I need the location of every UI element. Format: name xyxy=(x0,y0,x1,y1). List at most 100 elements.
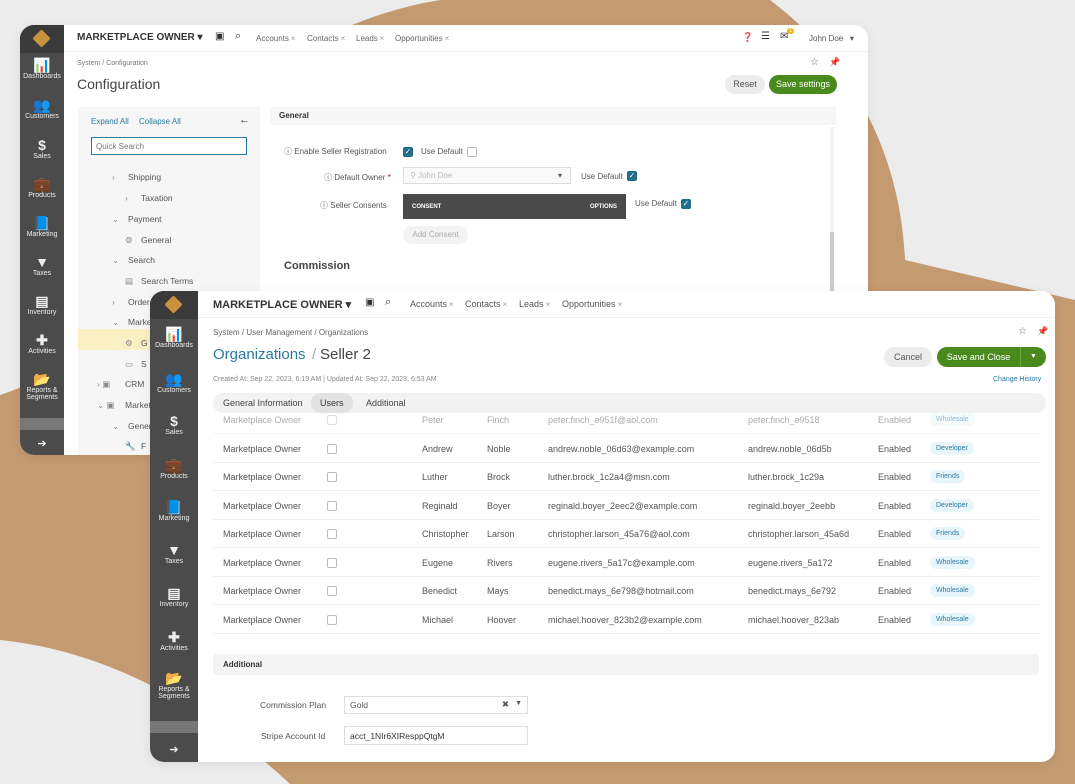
sidebar-item-reports[interactable]: 📂 Reports & Segments xyxy=(20,371,64,401)
sticky-note-icon[interactable]: ▣ xyxy=(365,297,374,308)
tree-item[interactable]: › Taxation xyxy=(125,193,173,203)
sidebar-item-products[interactable]: 💼 Products xyxy=(20,176,64,199)
use-default-checkbox[interactable] xyxy=(467,147,477,157)
tab-additional[interactable]: Additional xyxy=(366,398,406,408)
enable-seller-registration-checkbox[interactable]: ✓ xyxy=(403,147,413,157)
quick-search-input[interactable] xyxy=(91,137,247,155)
tab-accounts[interactable]: Accounts × xyxy=(410,299,454,309)
sidebar-item-activities[interactable]: ✚ Activities xyxy=(20,332,64,355)
commission-plan-select[interactable]: Gold ✖ ▼ xyxy=(344,696,528,714)
seller-consents-use-default-checkbox[interactable]: ✓ xyxy=(681,199,691,209)
collapse-all-link[interactable]: Collapse All xyxy=(139,117,181,126)
pin-icon[interactable]: 📌 xyxy=(1037,326,1048,337)
tree-item[interactable]: › ▣ CRM xyxy=(97,379,144,390)
row-checkbox[interactable] xyxy=(327,472,337,482)
sidebar-item-dashboards[interactable]: 📊 Dashboards xyxy=(150,326,198,349)
tab-leads[interactable]: Leads × xyxy=(519,299,550,309)
tree-item[interactable]: ⌄ Payment xyxy=(112,214,162,225)
collapse-panel-arrow-icon[interactable]: ← xyxy=(239,114,250,126)
sidebar-item-inventory[interactable]: ▤ Inventory xyxy=(20,293,64,316)
pin-icon[interactable]: 📌 xyxy=(829,57,840,68)
email-cell: andrew.noble_06d63@example.com xyxy=(548,443,695,454)
scrollbar[interactable] xyxy=(830,127,834,297)
save-options-dropdown[interactable]: ▼ xyxy=(1020,347,1046,367)
sidebar-item-customers[interactable]: 👥 Customers xyxy=(20,97,64,120)
last-name-cell: Hoover xyxy=(487,614,517,625)
expand-arrow-icon[interactable]: ➔ xyxy=(150,743,198,756)
tree-item[interactable]: ⌄ Search xyxy=(112,255,155,266)
add-consent-button[interactable]: Add Consent xyxy=(403,226,468,244)
table-row[interactable]: Marketplace Owner Eugene Rivers eugene.rive… xyxy=(213,549,1039,577)
sidebar-item-dashboards[interactable]: 📊 Dashboards xyxy=(20,57,64,80)
tree-item[interactable]: ⚙ General xyxy=(125,235,171,246)
organizations-link[interactable]: Organizations xyxy=(213,346,306,363)
table-row[interactable]: Marketplace Owner Luther Brock luther.brock… xyxy=(213,463,1039,491)
row-checkbox[interactable] xyxy=(327,586,337,596)
tree-item[interactable]: ⌄ ▣ Market xyxy=(97,400,151,411)
tab-users[interactable]: Users xyxy=(311,393,353,413)
mail-icon[interactable]: ✉ 1 xyxy=(780,28,795,42)
table-row[interactable]: Marketplace Owner Christopher Larson christ… xyxy=(213,520,1039,548)
row-checkbox[interactable] xyxy=(327,415,337,425)
table-row[interactable]: Marketplace Owner Reginald Boyer reginald.b… xyxy=(213,492,1039,520)
cancel-button[interactable]: Cancel xyxy=(884,347,932,367)
tab-leads[interactable]: Leads × xyxy=(356,34,384,43)
save-and-close-button[interactable]: Save and Close xyxy=(937,347,1020,367)
tab-opportunities[interactable]: Opportunities × xyxy=(562,299,622,309)
row-checkbox[interactable] xyxy=(327,614,337,625)
logo xyxy=(150,291,198,319)
tab-accounts[interactable]: Accounts × xyxy=(256,34,296,43)
row-checkbox[interactable] xyxy=(327,500,337,511)
sidebar-item-customers[interactable]: 👥 Customers xyxy=(150,371,198,394)
stripe-account-id-input[interactable] xyxy=(344,726,528,745)
org-switcher[interactable]: MARKETPLACE OWNER ▾ xyxy=(213,298,351,311)
tree-item[interactable]: ▤ Search Terms xyxy=(125,276,193,287)
menu-icon[interactable]: ☰ xyxy=(761,31,770,42)
use-default-label: Use Default xyxy=(635,199,677,208)
sidebar-item-marketing[interactable]: 📘 Marketing xyxy=(20,215,64,238)
search-icon[interactable]: ⌕ xyxy=(235,30,241,43)
tab-contacts[interactable]: Contacts × xyxy=(465,299,507,309)
user-menu[interactable]: John Doe ▾ xyxy=(809,34,854,43)
tree-item-label: CRM xyxy=(125,379,145,389)
sticky-note-icon[interactable]: ▣ xyxy=(215,31,224,42)
tab-opportunities[interactable]: Opportunities × xyxy=(395,34,449,43)
row-checkbox[interactable] xyxy=(327,557,337,568)
row-checkbox[interactable] xyxy=(327,443,337,454)
tree-item[interactable]: 🔧 F xyxy=(125,441,146,452)
row-checkbox[interactable] xyxy=(327,529,337,539)
search-icon[interactable]: ⌕ xyxy=(385,296,391,309)
sidebar-item-reports[interactable]: 📂 Reports & Segments xyxy=(150,670,198,700)
change-history-link[interactable]: Change History xyxy=(993,376,1041,383)
help-icon[interactable]: ❓ xyxy=(742,32,753,43)
last-name-cell: Boyer xyxy=(487,500,511,511)
table-row[interactable]: Marketplace Owner Benedict Mays benedict.ma… xyxy=(213,577,1039,605)
default-owner-select[interactable]: ⚲ John Doe ▾ xyxy=(403,167,571,184)
save-settings-button[interactable]: Save settings xyxy=(769,75,837,94)
sidebar-item-sales[interactable]: $ Sales xyxy=(20,137,64,160)
tree-item[interactable]: › Shipping xyxy=(112,172,161,182)
star-icon[interactable]: ☆ xyxy=(1018,326,1027,337)
tab-general-information[interactable]: General Information xyxy=(223,398,303,408)
expand-all-link[interactable]: Expand All xyxy=(91,117,129,126)
settings-gear-icon[interactable] xyxy=(20,418,64,430)
table-row[interactable]: Marketplace Owner Peter Finch peter.finch_e… xyxy=(213,413,1039,434)
tree-item[interactable]: › Orders xyxy=(112,297,154,307)
settings-gear-icon[interactable] xyxy=(150,721,198,733)
expand-arrow-icon[interactable]: ➔ xyxy=(20,437,64,450)
tree-item-label: S xyxy=(141,359,147,369)
top-header: MARKETPLACE OWNER ▾ ▣ ⌕ Accounts × Contac… xyxy=(64,25,868,52)
tree-item[interactable]: ⌄ Market xyxy=(112,317,154,328)
table-row[interactable]: Marketplace Owner Michael Hoover michael.ho… xyxy=(213,606,1039,634)
tree-item[interactable]: ▭ S xyxy=(125,359,147,370)
sidebar-item-taxes[interactable]: ▼ Taxes xyxy=(20,254,64,277)
tree-node-icon: › ▣ xyxy=(97,379,111,389)
default-owner-use-default-checkbox[interactable]: ✓ xyxy=(627,171,637,181)
table-row[interactable]: Marketplace Owner Andrew Noble andrew.noble… xyxy=(213,435,1039,463)
reset-button[interactable]: Reset xyxy=(725,75,765,94)
org-switcher[interactable]: MARKETPLACE OWNER ▾ xyxy=(77,32,203,43)
star-icon[interactable]: ☆ xyxy=(810,57,819,68)
tree-item[interactable]: ⚙ G xyxy=(125,338,148,349)
tab-contacts[interactable]: Contacts × xyxy=(307,34,345,43)
role-cell: Marketplace Owner xyxy=(223,529,302,539)
